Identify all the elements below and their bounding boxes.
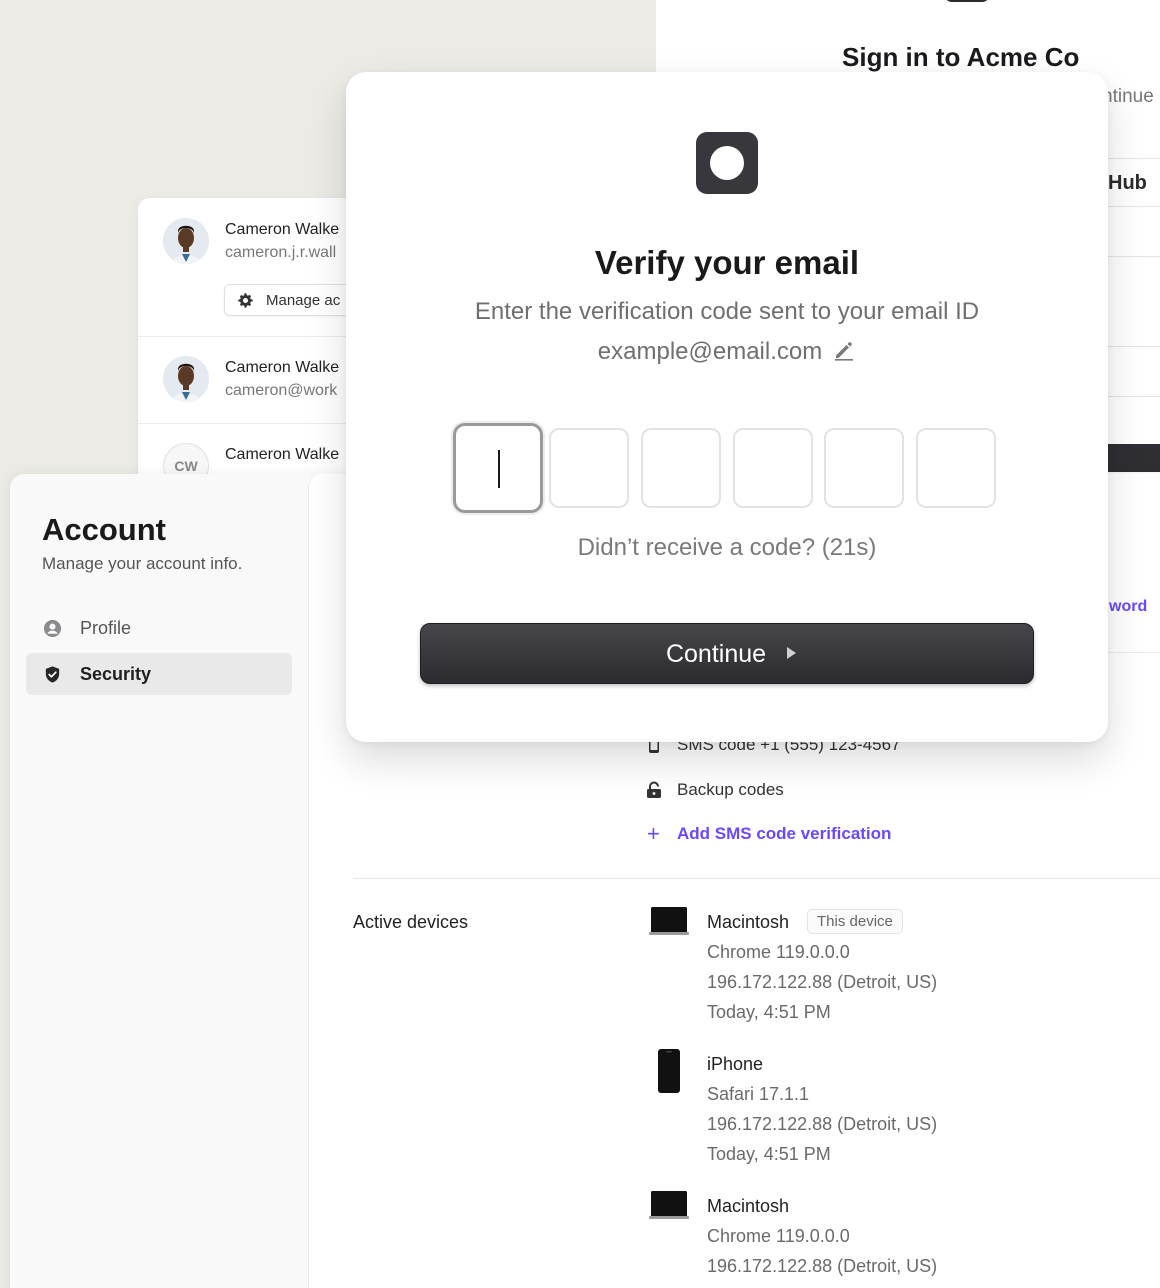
signin-subtitle: ntinue [1102,86,1154,107]
device-ip: 196.172.122.88 (Detroit, US) [707,1114,938,1134]
device-time: Today, 4:51 PM [707,1144,831,1164]
this-device-badge: This device [807,909,903,934]
modal-subtitle: Enter the verification code sent to your… [474,298,980,325]
device-item: Macintosh Chrome 119.0.0.0 196.172.122.8… [645,1191,1145,1288]
otp-digit-4[interactable] [733,428,813,508]
account-email: cameron.j.r.wall [225,244,337,261]
otp-digit-1[interactable] [453,423,543,513]
manage-account-label: Manage ac [266,292,341,309]
divider [1102,158,1160,159]
device-browser: Chrome 119.0.0.0 [707,942,850,962]
page-title: Account [42,512,166,547]
otp-digit-5[interactable] [824,428,904,508]
device-browser: Chrome 119.0.0.0 [707,1226,850,1246]
verify-email-modal: Verify your email Enter the verification… [346,72,1108,742]
forgot-password-link[interactable]: word [1109,598,1147,616]
lock-icon [647,781,661,798]
otp-digit-2[interactable] [549,428,629,508]
email-row: example@email.com [346,338,1108,366]
plus-icon: + [647,821,660,846]
continue-button[interactable]: Continue [420,623,1034,684]
divider [353,878,1160,879]
pencil-icon[interactable] [832,338,856,362]
signin-logo [944,0,990,2]
gear-icon [238,293,253,308]
signin-provider-button[interactable]: Hub [1108,172,1147,195]
user-circle-icon [43,619,62,638]
account-name: Cameron Walke [225,359,340,376]
device-item: Macintosh This device Chrome 119.0.0.0 1… [645,907,1145,1052]
laptop-icon [649,907,689,935]
divider [1102,346,1160,347]
sidebar-item-label: Security [80,664,152,684]
device-time: Today, 4:51 PM [707,1002,831,1022]
account-email: cameron@work [225,382,338,399]
device-ip: 196.172.122.88 (Detroit, US) [707,972,938,992]
otp-digit-3[interactable] [641,428,721,508]
page-subtitle: Manage your account info. [42,554,243,573]
caret-right-icon [787,647,796,659]
avatar [163,356,209,402]
mfa-backup-label: Backup codes [677,780,784,799]
device-ip: 196.172.122.88 (Detroit, US) [707,1256,938,1276]
divider [1102,396,1160,397]
text-caret [498,450,500,488]
resend-code-link[interactable]: Didn’t receive a code? (21s) [346,534,1108,562]
avatar [163,218,209,264]
account-name[interactable]: Cameron Walke [225,446,339,464]
phone-icon [658,1049,680,1093]
sidebar-item-security[interactable]: Security [26,653,292,695]
laptop-icon [649,1191,689,1219]
add-sms-label: Add SMS code verification [677,824,892,843]
device-item: iPhone Safari 17.1.1 196.172.122.88 (Det… [645,1049,1145,1194]
signin-continue-button[interactable] [1102,444,1160,472]
section-title: Active devices [353,912,469,932]
device-name: iPhone [707,1054,764,1074]
divider [1102,256,1160,257]
app-logo [696,132,758,194]
signin-title: Sign in to Acme Co [842,42,1080,72]
sidebar-item-profile[interactable]: Profile [26,607,292,649]
device-name: Macintosh [707,1196,790,1216]
sidebar-item-label: Profile [80,618,132,638]
continue-label: Continue [665,640,767,668]
device-name: Macintosh [707,912,790,932]
otp-digit-6[interactable] [916,428,996,508]
email-address: example@email.com [597,338,823,365]
shield-check-icon [45,666,60,683]
device-browser: Safari 17.1.1 [707,1084,810,1104]
modal-title: Verify your email [594,244,860,281]
divider [1102,206,1160,207]
account-name: Cameron Walke [225,221,340,238]
